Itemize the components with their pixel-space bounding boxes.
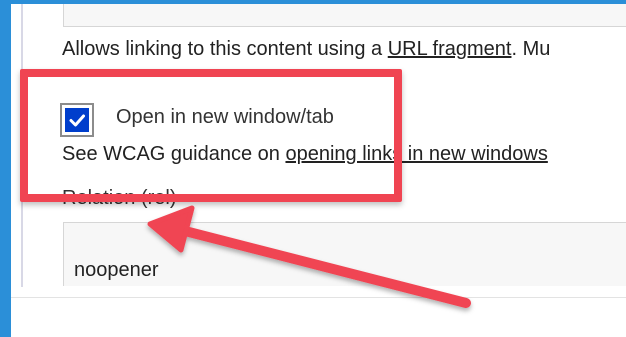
annotation-arrow-icon [147,205,471,308]
